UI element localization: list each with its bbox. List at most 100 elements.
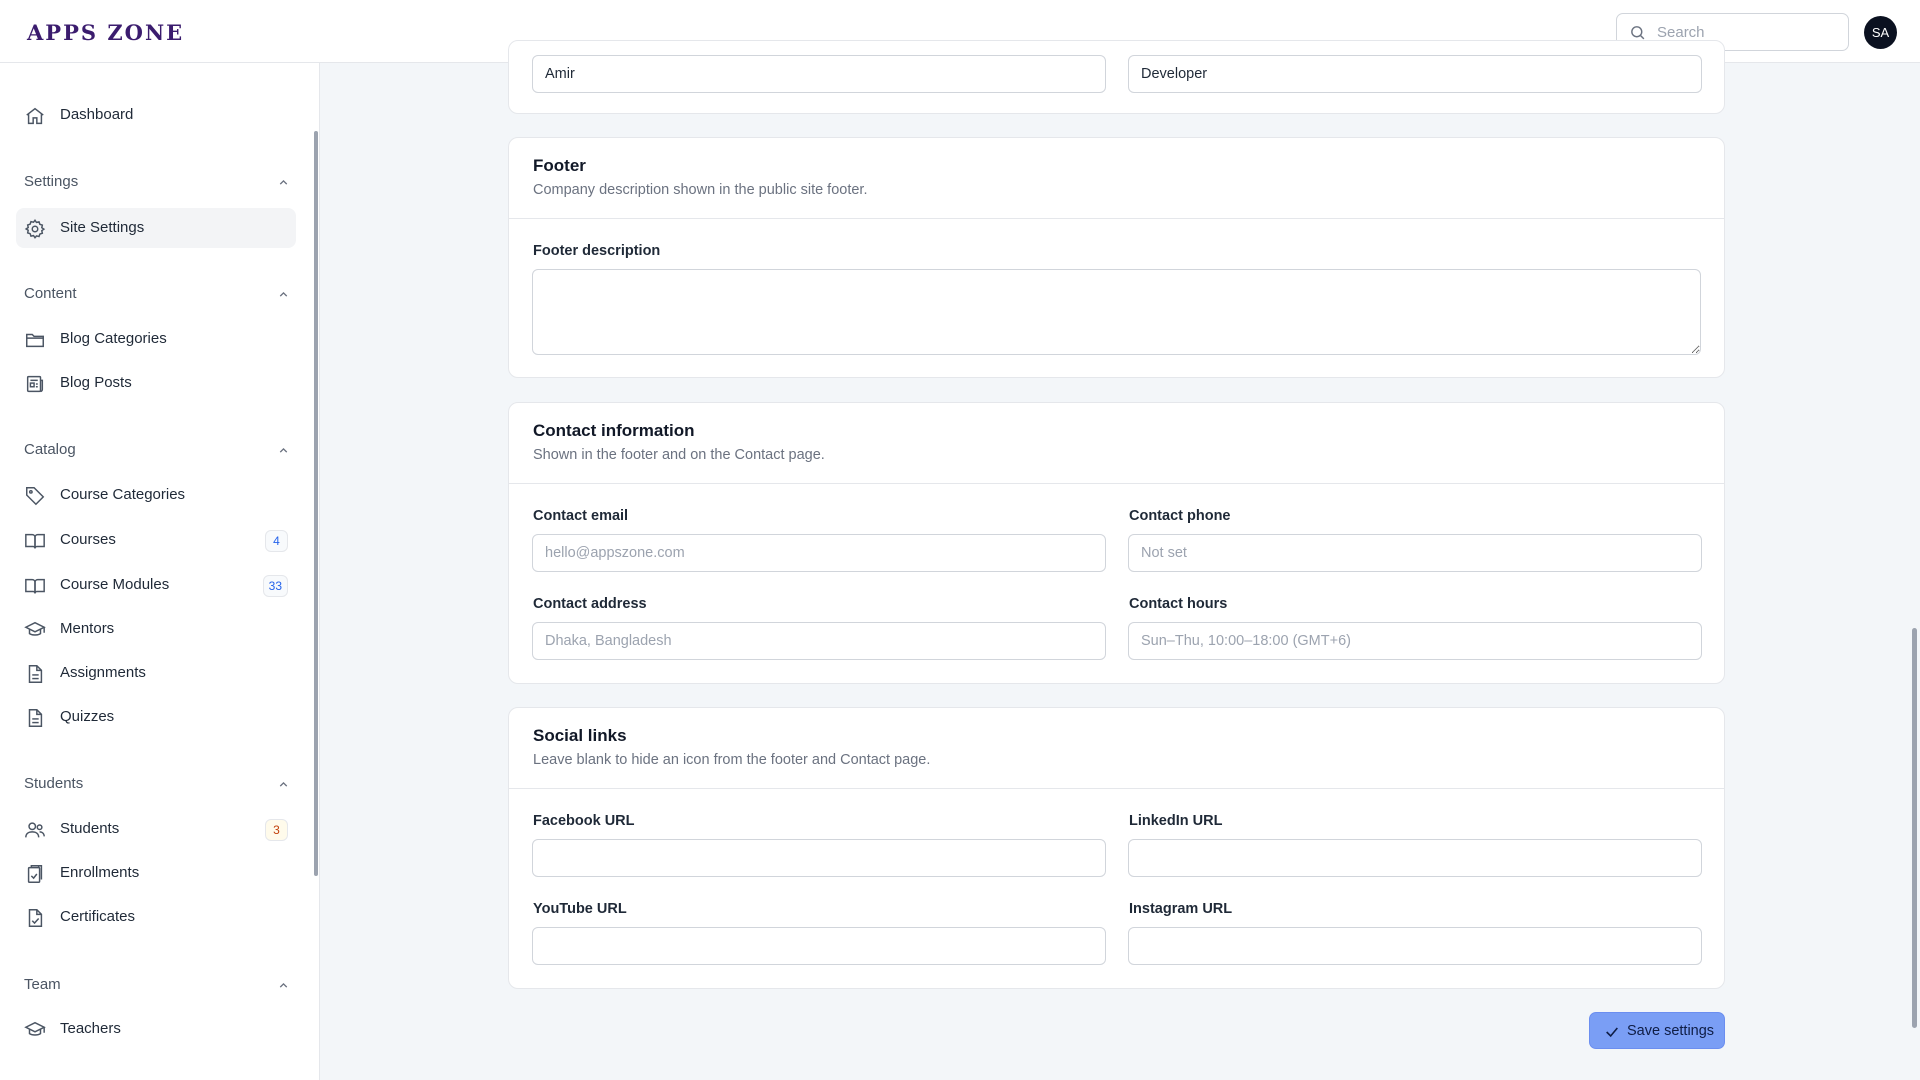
card-subtitle: Shown in the footer and on the Contact p… bbox=[533, 447, 825, 463]
facebook-url-label: Facebook URL bbox=[533, 813, 635, 829]
first-name-input[interactable] bbox=[532, 55, 1106, 93]
sidebar-item-label: Courses bbox=[60, 531, 116, 548]
sidebar-item-enrollments[interactable]: Enrollments bbox=[16, 853, 296, 893]
save-settings-button[interactable]: Save settings bbox=[1589, 1012, 1725, 1049]
clipboard-check-icon bbox=[27, 865, 43, 883]
sidebar-item-teachers[interactable]: Teachers bbox=[16, 1009, 296, 1049]
sidebar-item-label: Site Settings bbox=[60, 219, 145, 236]
sidebar-item-label: Course Modules bbox=[60, 576, 170, 593]
sidebar-item-label: Blog Categories bbox=[60, 330, 167, 347]
document-icon bbox=[28, 665, 43, 683]
count-badge: 33 bbox=[262, 575, 288, 597]
group-label: Content bbox=[24, 285, 77, 302]
chevron-up-icon bbox=[279, 291, 288, 297]
sidebar-item-assignments[interactable]: Assignments bbox=[16, 653, 296, 693]
sidebar-item-label: Quizzes bbox=[60, 708, 115, 725]
facebook-url-input[interactable] bbox=[532, 839, 1106, 877]
sidebar-item-label: Teachers bbox=[60, 1020, 121, 1037]
card-title: Social links bbox=[533, 726, 627, 745]
sidebar-item-blog-posts[interactable]: Blog Posts bbox=[16, 363, 296, 403]
chevron-up-icon bbox=[279, 447, 288, 453]
footer-description-textarea[interactable] bbox=[532, 269, 1701, 355]
sidebar-item-label: Course Categories bbox=[60, 486, 186, 503]
search-icon bbox=[1631, 26, 1645, 40]
app-logo[interactable]: APPS ZONE bbox=[27, 20, 184, 45]
sidebar-item-label: Enrollments bbox=[60, 864, 140, 881]
contact-email-input[interactable] bbox=[532, 534, 1106, 572]
sidebar-group-content[interactable]: Content bbox=[24, 282, 290, 306]
card-divider bbox=[509, 788, 1724, 789]
instagram-url-input[interactable] bbox=[1128, 927, 1702, 965]
chevron-up-icon bbox=[279, 982, 288, 988]
group-label: Catalog bbox=[24, 441, 76, 458]
sidebar-item-label: Blog Posts bbox=[60, 374, 132, 391]
social-links-card: Social links Leave blank to hide an icon… bbox=[508, 707, 1725, 989]
sidebar-item-mentors[interactable]: Mentors bbox=[16, 609, 296, 649]
graduation-cap-icon bbox=[24, 1021, 46, 1036]
count-badge: 4 bbox=[265, 530, 288, 552]
contact-phone-input[interactable] bbox=[1128, 534, 1702, 572]
footer-card: Footer Company description shown in the … bbox=[508, 137, 1725, 378]
sidebar-item-site-settings[interactable]: Site Settings bbox=[16, 208, 296, 248]
users-icon bbox=[25, 822, 45, 838]
contact-hours-input[interactable] bbox=[1128, 622, 1702, 660]
sidebar-item-courses[interactable]: Courses 4 bbox=[16, 520, 296, 560]
card-title: Footer bbox=[533, 156, 586, 175]
sidebar-item-dashboard[interactable]: Dashboard bbox=[16, 95, 296, 135]
sidebar-item-label: Dashboard bbox=[60, 106, 134, 123]
sidebar-item-label: Certificates bbox=[60, 908, 136, 925]
footer-description-label: Footer description bbox=[533, 243, 661, 259]
sidebar-item-course-categories[interactable]: Course Categories bbox=[16, 475, 296, 515]
card-subtitle: Company description shown in the public … bbox=[533, 182, 868, 198]
chevron-up-icon bbox=[279, 781, 288, 787]
contact-phone-label: Contact phone bbox=[1129, 508, 1231, 524]
linkedin-url-label: LinkedIn URL bbox=[1129, 813, 1223, 829]
sidebar-item-certificates[interactable]: Certificates bbox=[16, 897, 296, 937]
sidebar-group-team[interactable]: Team bbox=[24, 973, 290, 997]
role-input[interactable] bbox=[1128, 55, 1702, 93]
user-avatar[interactable]: SA bbox=[1864, 16, 1897, 49]
card-subtitle: Leave blank to hide an icon from the foo… bbox=[533, 752, 931, 768]
sidebar-item-label: Mentors bbox=[60, 620, 115, 637]
sidebar: Dashboard Settings Site Settings Content… bbox=[0, 63, 320, 1080]
linkedin-url-input[interactable] bbox=[1128, 839, 1702, 877]
sidebar-item-blog-categories[interactable]: Blog Categories bbox=[16, 319, 296, 359]
sidebar-item-quizzes[interactable]: Quizzes bbox=[16, 697, 296, 737]
youtube-url-input[interactable] bbox=[532, 927, 1106, 965]
book-open-icon bbox=[25, 578, 45, 594]
sidebar-item-label: Assignments bbox=[60, 664, 146, 681]
card-divider bbox=[509, 218, 1724, 219]
document-icon bbox=[28, 709, 43, 727]
document-check-icon bbox=[28, 909, 43, 927]
card-title: Contact information bbox=[533, 421, 695, 440]
book-open-icon bbox=[25, 533, 45, 549]
youtube-url-label: YouTube URL bbox=[533, 901, 627, 917]
contact-address-label: Contact address bbox=[533, 596, 647, 612]
contact-email-label: Contact email bbox=[533, 508, 629, 524]
sidebar-item-course-modules[interactable]: Course Modules 33 bbox=[16, 565, 296, 605]
sidebar-item-label: Students bbox=[60, 820, 120, 837]
sidebar-item-students[interactable]: Students 3 bbox=[16, 809, 296, 849]
group-label: Settings bbox=[24, 173, 79, 190]
contact-card: Contact information Shown in the footer … bbox=[508, 402, 1725, 684]
contact-address-input[interactable] bbox=[532, 622, 1106, 660]
save-button-label: Save settings bbox=[1627, 1023, 1715, 1039]
gear-icon bbox=[24, 219, 46, 239]
chevron-up-icon bbox=[279, 179, 288, 185]
graduation-cap-icon bbox=[24, 621, 46, 636]
group-label: Students bbox=[24, 775, 84, 792]
sidebar-group-catalog[interactable]: Catalog bbox=[24, 438, 290, 462]
group-label: Team bbox=[24, 976, 61, 993]
check-icon bbox=[1606, 1027, 1618, 1038]
sidebar-group-settings[interactable]: Settings bbox=[24, 170, 290, 194]
contact-hours-label: Contact hours bbox=[1129, 596, 1228, 612]
tag-icon bbox=[26, 487, 45, 506]
profile-card bbox=[508, 40, 1725, 114]
sidebar-group-students[interactable]: Students bbox=[24, 772, 290, 796]
folder-icon bbox=[26, 333, 44, 348]
newspaper-icon bbox=[26, 375, 44, 393]
page-scrollbar[interactable] bbox=[1912, 628, 1917, 1028]
card-divider bbox=[509, 483, 1724, 484]
sidebar-scrollbar[interactable] bbox=[314, 131, 318, 876]
home-icon bbox=[26, 107, 44, 125]
